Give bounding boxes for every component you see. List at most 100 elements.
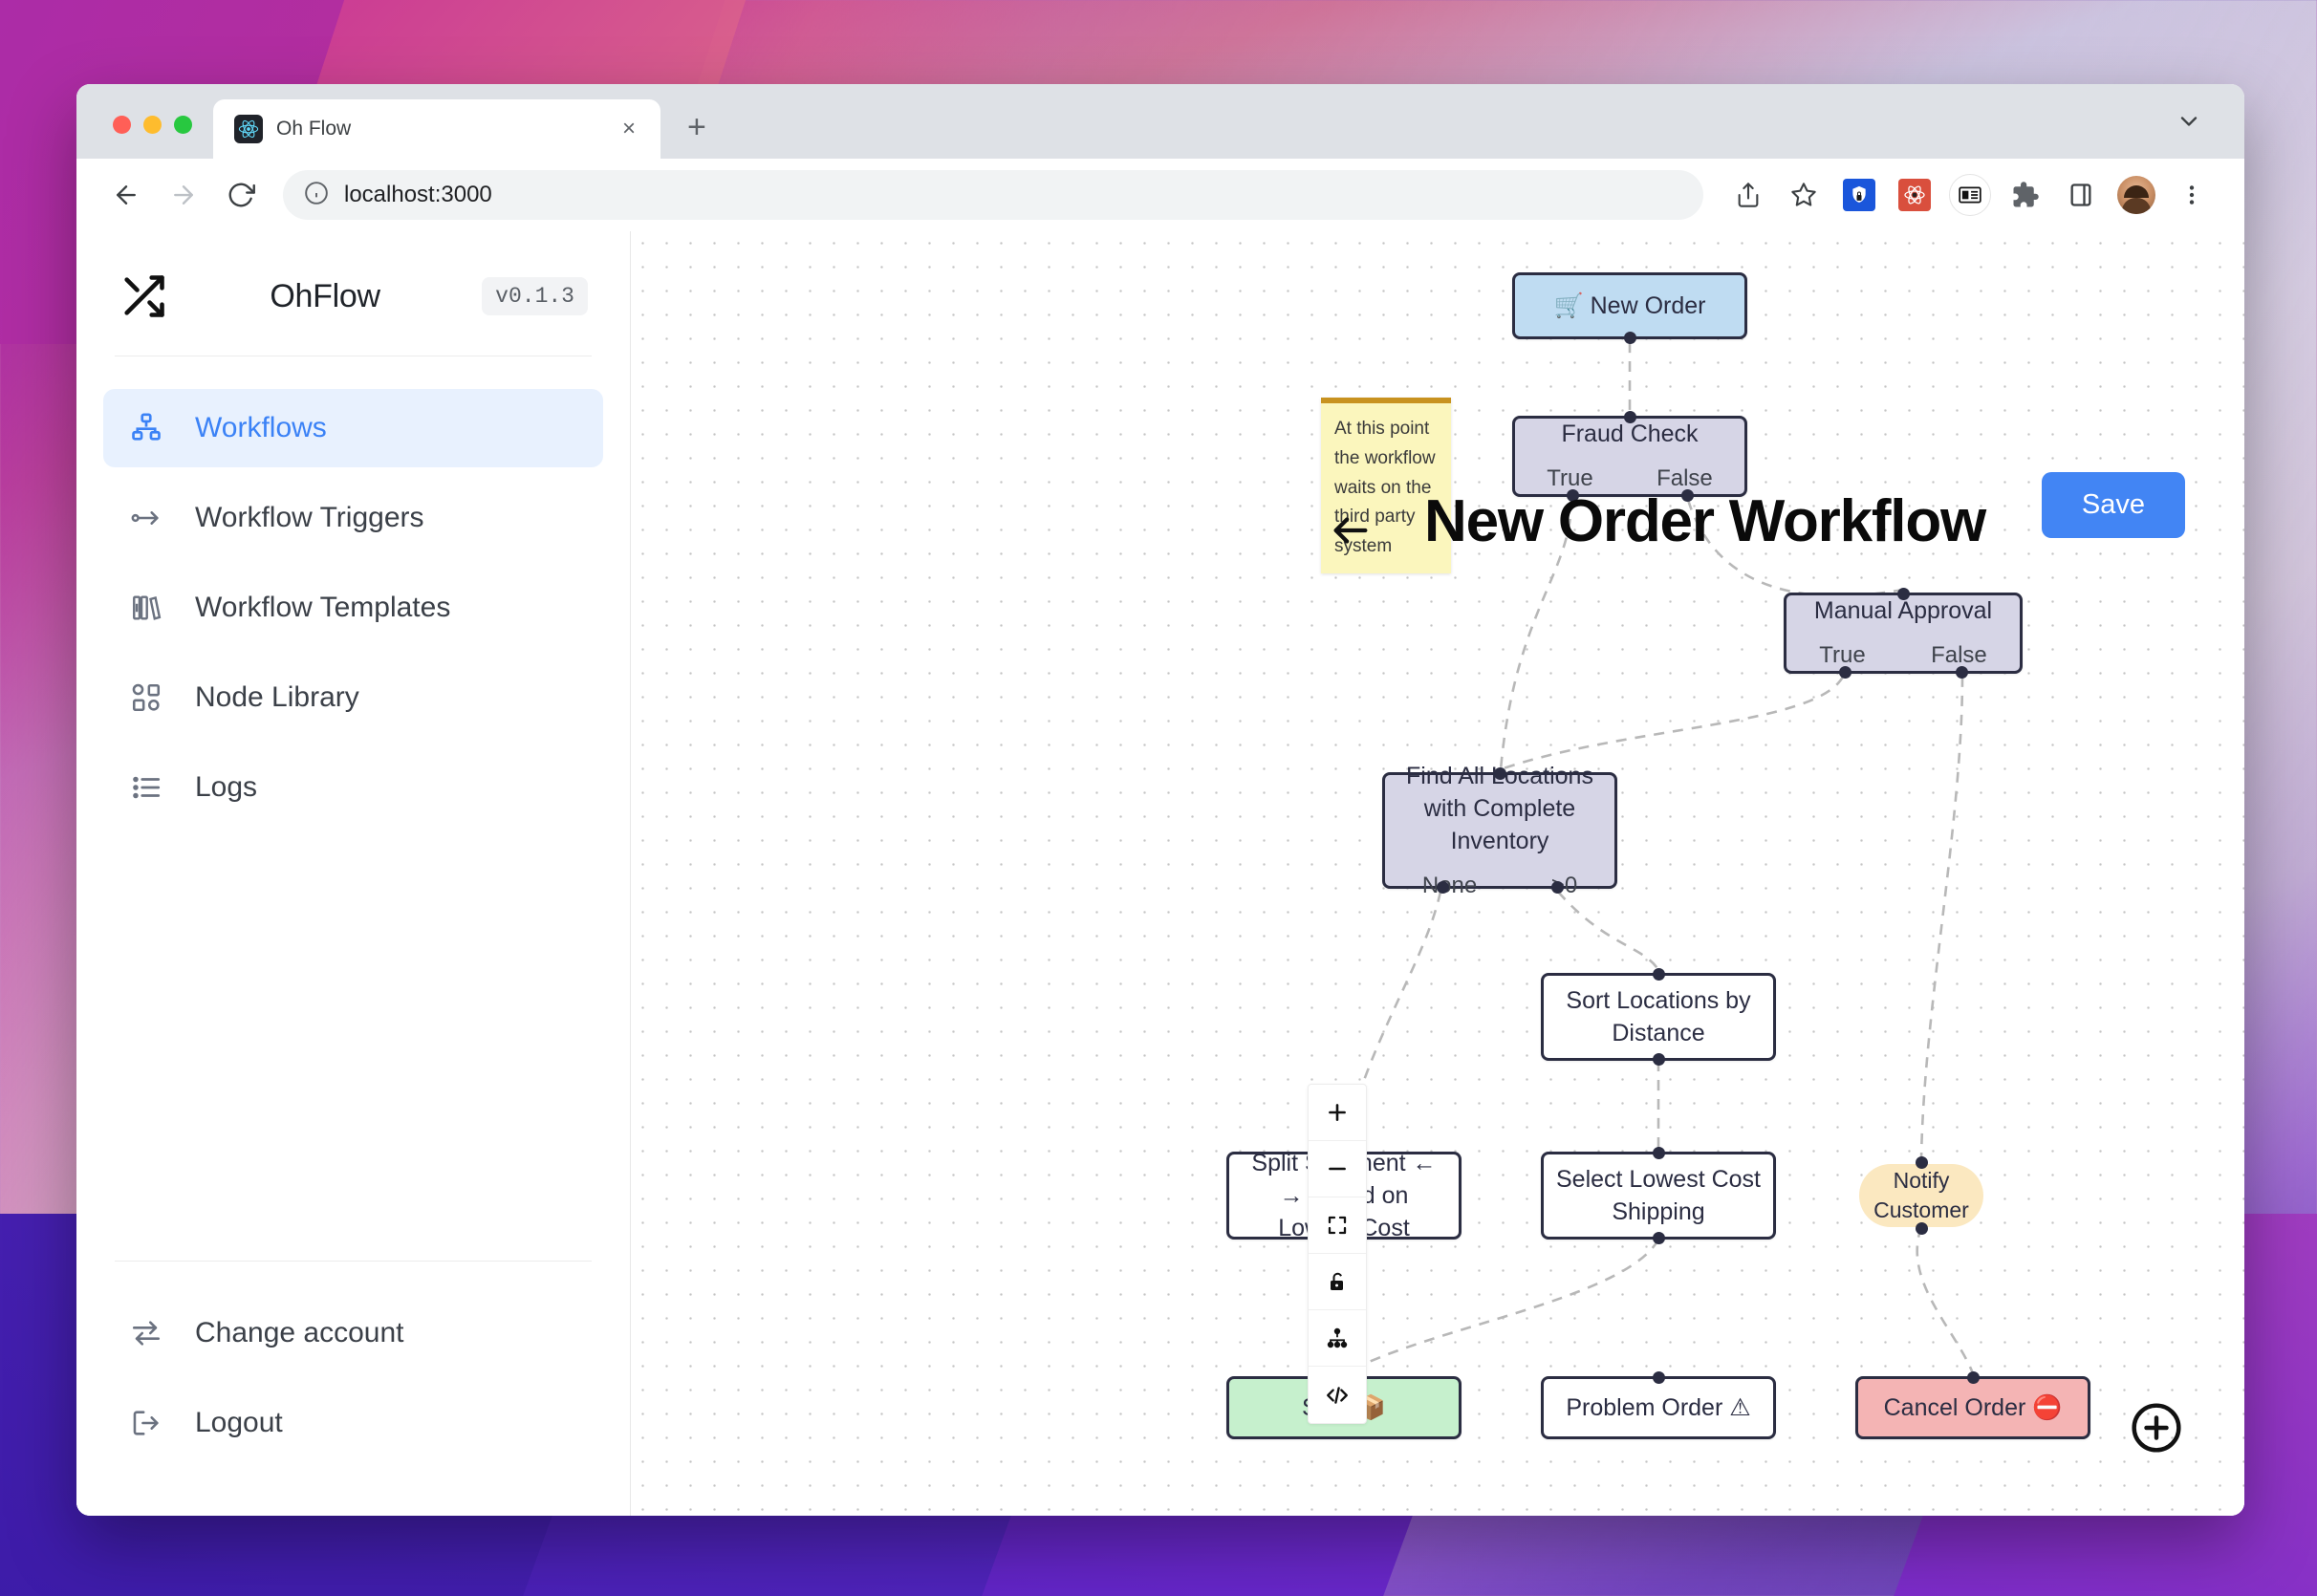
node-handle-top[interactable] [1623, 411, 1636, 423]
browser-tab-title: Oh Flow [276, 118, 352, 140]
side-panel-icon[interactable] [2057, 171, 2105, 219]
share-icon[interactable] [1724, 171, 1772, 219]
sidebar-item-logs[interactable]: Logs [103, 748, 603, 827]
workflow-edge-2 [1686, 499, 1904, 597]
zoom-in-icon[interactable] [1309, 1085, 1366, 1141]
three-dot-menu-icon[interactable] [2168, 171, 2216, 219]
workflow-node-fraud-check[interactable]: Fraud Check True False [1512, 411, 1747, 502]
brand-row: OhFlow v0.1.3 [76, 231, 630, 321]
node-handle-top[interactable] [1896, 588, 1910, 600]
workflow-node-manual-approval[interactable]: Manual Approval True False [1784, 588, 2023, 679]
sidebar-item-workflow-templates[interactable]: Workflow Templates [103, 569, 603, 647]
node-handle-top[interactable] [1652, 968, 1665, 981]
sidebar-item-label: Logs [195, 771, 258, 803]
workflow-node-notify-customer[interactable]: Notify Customer [1859, 1156, 1983, 1235]
maximize-window-button[interactable] [174, 116, 192, 134]
url-text: localhost:3000 [344, 182, 492, 207]
canvas-zoom-toolbar [1308, 1084, 1367, 1424]
node-handle-bot[interactable] [1623, 332, 1636, 344]
plus-circle-icon[interactable] [2130, 1401, 2183, 1455]
save-button[interactable]: Save [2041, 472, 2185, 538]
chevron-down-icon[interactable] [2176, 108, 2202, 140]
browser-toolbar: localhost:3000 [76, 159, 2244, 231]
reader-mode-icon[interactable] [1946, 171, 1994, 219]
close-tab-icon[interactable]: × [615, 118, 643, 140]
workflow-node-label: Notify Customer [1873, 1167, 1969, 1222]
node-handle-bot[interactable] [1652, 1232, 1665, 1244]
node-handle-br[interactable] [1550, 881, 1564, 894]
node-handle-bot[interactable] [1915, 1222, 1928, 1235]
workflow-node-label: Problem Order ⚠ [1566, 1394, 1751, 1421]
window-traffic-lights[interactable] [76, 116, 192, 159]
sidebar-item-workflow-triggers[interactable]: Workflow Triggers [103, 479, 603, 557]
workflow-node-label: Select Lowest Cost Shipping [1556, 1166, 1761, 1225]
node-handle-bl[interactable] [1436, 881, 1449, 894]
reload-button[interactable] [216, 170, 266, 220]
shield-lock-icon[interactable] [1835, 171, 1883, 219]
node-handle-top[interactable] [1652, 1371, 1665, 1384]
node-handle-top[interactable] [1966, 1371, 1980, 1384]
back-arrow-icon[interactable] [1329, 508, 1373, 560]
node-handle-bot[interactable] [1652, 1053, 1665, 1066]
node-handle-bl[interactable] [1838, 666, 1851, 679]
avatar[interactable] [2112, 171, 2160, 219]
sidebar-item-label: Node Library [195, 681, 359, 713]
workflow-node-problem-order[interactable]: Problem Order ⚠ [1541, 1371, 1776, 1439]
node-handle-bl[interactable] [1566, 489, 1579, 502]
sidebar-item-change-account[interactable]: Change account [103, 1294, 603, 1372]
lock-icon[interactable] [1309, 1254, 1366, 1310]
workflow-edge-10 [1916, 1226, 1975, 1374]
workflow-node-new-order[interactable]: 🛒 New Order [1512, 272, 1747, 344]
sidebar-item-label: Logout [195, 1407, 283, 1438]
page-title: New Order Workflow [1424, 488, 1986, 554]
workflow-node-port-label[interactable]: None [1422, 871, 1477, 902]
code-icon[interactable] [1309, 1367, 1366, 1423]
hierarchy-icon [128, 410, 164, 446]
forward-button[interactable] [159, 170, 208, 220]
react-logo-icon [234, 115, 263, 143]
puzzle-icon[interactable] [2002, 171, 2049, 219]
node-handle-top[interactable] [1493, 767, 1506, 780]
star-icon[interactable] [1780, 171, 1828, 219]
shuffle-icon [119, 271, 168, 321]
brand-name: OhFlow [270, 277, 380, 314]
minimize-window-button[interactable] [143, 116, 162, 134]
node-handle-br[interactable] [1680, 489, 1694, 502]
sidebar-item-workflows[interactable]: Workflows [103, 389, 603, 467]
swap-arrows-icon [128, 1315, 164, 1351]
back-button[interactable] [101, 170, 151, 220]
sidebar: OhFlow v0.1.3 Workflows Workflow Trigger… [76, 231, 631, 1516]
workflow-node-label: Cancel Order ⛔ [1883, 1394, 2063, 1421]
workflow-node-find-locations[interactable]: Find All Locations with Complete Invento… [1382, 763, 1617, 898]
zoom-out-icon[interactable] [1309, 1141, 1366, 1197]
sidebar-item-label: Workflow Triggers [195, 502, 424, 533]
new-tab-button[interactable]: + [687, 111, 706, 143]
workflow-node-select-shipping[interactable]: Select Lowest Cost Shipping [1541, 1147, 1776, 1244]
sidebar-item-node-library[interactable]: Node Library [103, 658, 603, 737]
list-icon [128, 769, 164, 806]
browser-tab[interactable]: Oh Flow × [213, 99, 660, 159]
browser-tab-strip: Oh Flow × + [76, 84, 2244, 159]
info-circle-icon[interactable] [304, 181, 329, 210]
workflow-node-cancel-order[interactable]: Cancel Order ⛔ [1855, 1371, 2090, 1439]
workflow-node-ports: True False [1515, 464, 1744, 495]
browser-window: Oh Flow × + localhost:3000 OhFlow v0.1.3… [76, 84, 2244, 1516]
auto-layout-icon[interactable] [1309, 1310, 1366, 1367]
workflow-edge-3 [1500, 676, 1845, 771]
node-handle-br[interactable] [1955, 666, 1968, 679]
books-icon [128, 590, 164, 626]
fit-view-icon[interactable] [1309, 1197, 1366, 1254]
workflow-node-ports: None >0 [1385, 871, 1614, 902]
trigger-arrow-icon [128, 500, 164, 536]
sidebar-bottom-nav: Change account Logout [76, 1262, 630, 1516]
workflow-canvas[interactable]: 🛒 New Order Fraud Check True False Manual Ap… [631, 231, 2244, 1516]
close-window-button[interactable] [113, 116, 131, 134]
sidebar-nav: Workflows Workflow Triggers Workflow Tem… [76, 356, 630, 827]
node-handle-top[interactable] [1915, 1156, 1928, 1169]
address-bar[interactable]: localhost:3000 [283, 170, 1703, 220]
workflow-edge-9 [1345, 1239, 1660, 1375]
sidebar-item-logout[interactable]: Logout [103, 1384, 603, 1462]
react-devtools-icon[interactable] [1891, 171, 1938, 219]
workflow-node-sort-locations[interactable]: Sort Locations by Distance [1541, 968, 1776, 1066]
node-handle-top[interactable] [1652, 1147, 1665, 1159]
